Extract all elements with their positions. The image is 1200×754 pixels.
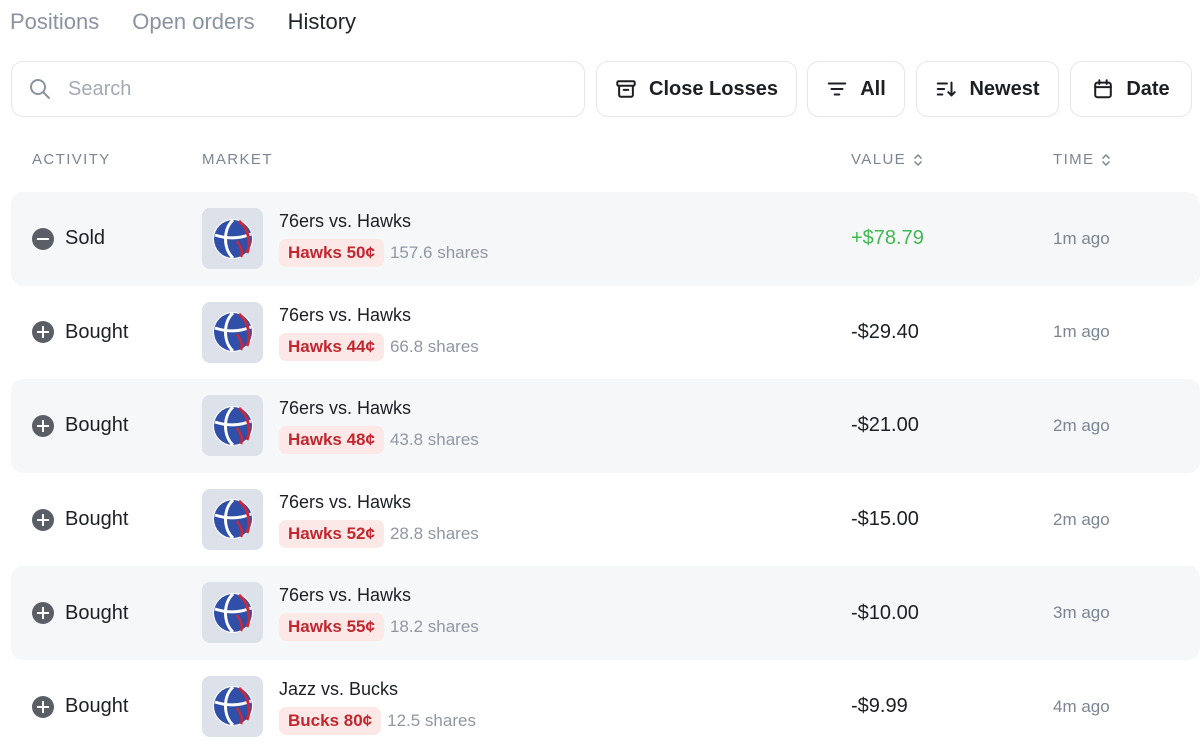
table-row[interactable]: Bought Jazz vs. Bucks Bucks 80¢ 12.5 shares…	[11, 660, 1200, 754]
market-title[interactable]: Jazz vs. Bucks	[279, 679, 398, 700]
value-cell: -$21.00	[851, 414, 919, 437]
sort-descending-icon	[937, 81, 957, 97]
time-cell: 4m ago	[1053, 696, 1110, 716]
sort-toggle-icon	[914, 153, 923, 166]
sort-label: Newest	[969, 77, 1040, 100]
filter-button[interactable]: All	[807, 61, 905, 117]
header-value-label: VALUE	[851, 151, 907, 168]
plus-circle-icon	[32, 695, 54, 718]
archive-icon	[616, 80, 636, 98]
basketball-icon	[202, 488, 263, 550]
header-time-label: TIME	[1053, 151, 1095, 168]
plus-circle-icon	[32, 414, 54, 437]
activity-cell: Bought	[32, 566, 128, 660]
activity-label: Sold	[65, 227, 106, 250]
shares-count: 18.2 shares	[389, 617, 479, 637]
search-box[interactable]	[11, 61, 585, 117]
market-detail: Hawks 50¢ 157.6 shares	[279, 239, 488, 267]
time-cell: 2m ago	[1053, 415, 1110, 435]
date-label: Date	[1126, 77, 1170, 100]
tab-bar: Positions Open orders History	[10, 6, 389, 38]
outcome-badge: Hawks 48¢	[279, 426, 384, 455]
sort-toggle-icon	[1102, 153, 1111, 166]
activity-cell: Bought	[32, 286, 128, 380]
table-row[interactable]: Bought 76ers vs. Hawks Hawks 55¢ 18.2 share…	[11, 566, 1200, 660]
table-row[interactable]: Sold 76ers vs. Hawks Hawks 50¢ 157.6 shares…	[11, 192, 1200, 286]
activity-label: Bought	[65, 414, 129, 437]
header-market: MARKET	[202, 151, 273, 168]
value-cell: -$9.99	[851, 695, 908, 718]
header-activity-label: ACTIVITY	[32, 151, 111, 168]
market-title[interactable]: 76ers vs. Hawks	[279, 398, 411, 419]
calendar-icon	[1094, 79, 1113, 99]
basketball-icon	[202, 582, 263, 644]
market-detail: Hawks 52¢ 28.8 shares	[279, 519, 479, 548]
header-market-label: MARKET	[202, 151, 273, 168]
table-row[interactable]: Bought 76ers vs. Hawks Hawks 52¢ 28.8 share…	[11, 473, 1200, 567]
market-title[interactable]: 76ers vs. Hawks	[279, 305, 411, 326]
header-activity: ACTIVITY	[32, 151, 111, 168]
market-title[interactable]: 76ers vs. Hawks	[279, 492, 411, 513]
shares-count: 43.8 shares	[389, 430, 479, 450]
history-table: Sold 76ers vs. Hawks Hawks 50¢ 157.6 shares…	[11, 192, 1200, 754]
market-detail: Bucks 80¢ 12.5 shares	[279, 706, 476, 735]
value-cell: -$10.00	[851, 601, 919, 624]
market-detail: Hawks 48¢ 43.8 shares	[279, 426, 479, 455]
activity-cell: Sold	[32, 192, 105, 286]
time-cell: 2m ago	[1053, 509, 1110, 529]
filter-label: All	[860, 77, 886, 100]
time-cell: 1m ago	[1053, 228, 1110, 248]
close-losses-button[interactable]: Close Losses	[596, 61, 797, 117]
outcome-badge: Hawks 52¢	[279, 519, 384, 548]
activity-label: Bought	[65, 695, 129, 718]
tab-history[interactable]: History	[288, 9, 356, 35]
market-detail: Hawks 55¢ 18.2 shares	[279, 613, 479, 642]
time-cell: 3m ago	[1053, 603, 1110, 623]
shares-count: 157.6 shares	[389, 243, 489, 262]
basketball-icon	[202, 208, 263, 269]
tab-positions[interactable]: Positions	[10, 9, 99, 35]
outcome-badge: Hawks 55¢	[279, 613, 384, 642]
toolbar: Close Losses All Newest Date	[11, 61, 1200, 117]
table-row[interactable]: Bought 76ers vs. Hawks Hawks 48¢ 43.8 share…	[11, 379, 1200, 473]
shares-count: 12.5 shares	[387, 710, 476, 730]
shares-count: 66.8 shares	[389, 336, 479, 356]
value-cell: +$78.79	[851, 227, 924, 250]
filter-icon	[827, 82, 847, 96]
table-row[interactable]: Bought 76ers vs. Hawks Hawks 44¢ 66.8 share…	[11, 286, 1200, 380]
search-input[interactable]	[68, 77, 548, 101]
market-title[interactable]: 76ers vs. Hawks	[279, 585, 411, 606]
activity-label: Bought	[65, 601, 129, 624]
outcome-badge: Hawks 50¢	[279, 239, 384, 267]
header-value[interactable]: VALUE	[851, 151, 924, 168]
plus-circle-icon	[32, 321, 54, 344]
table-header: ACTIVITY MARKET VALUE TIME	[0, 148, 1200, 172]
basketball-icon	[202, 301, 263, 363]
activity-label: Bought	[65, 508, 129, 531]
activity-cell: Bought	[32, 660, 128, 754]
outcome-badge: Hawks 44¢	[279, 332, 384, 361]
outcome-badge: Bucks 80¢	[279, 706, 382, 735]
close-losses-label: Close Losses	[649, 77, 778, 100]
plus-circle-icon	[32, 508, 54, 531]
plus-circle-icon	[32, 602, 54, 625]
shares-count: 28.8 shares	[389, 523, 479, 543]
sort-button[interactable]: Newest	[916, 61, 1059, 117]
activity-cell: Bought	[32, 473, 128, 567]
basketball-icon	[202, 675, 263, 737]
header-time[interactable]: TIME	[1053, 151, 1112, 168]
activity-cell: Bought	[32, 379, 128, 473]
value-cell: -$29.40	[851, 320, 919, 343]
activity-label: Bought	[65, 320, 129, 343]
market-title[interactable]: 76ers vs. Hawks	[279, 211, 411, 232]
search-icon	[30, 79, 50, 99]
value-cell: -$15.00	[851, 508, 919, 531]
basketball-icon	[202, 395, 263, 457]
date-button[interactable]: Date	[1070, 61, 1192, 117]
tab-open-orders[interactable]: Open orders	[132, 9, 254, 35]
market-detail: Hawks 44¢ 66.8 shares	[279, 332, 479, 361]
time-cell: 1m ago	[1053, 322, 1110, 342]
minus-circle-icon	[32, 227, 54, 250]
